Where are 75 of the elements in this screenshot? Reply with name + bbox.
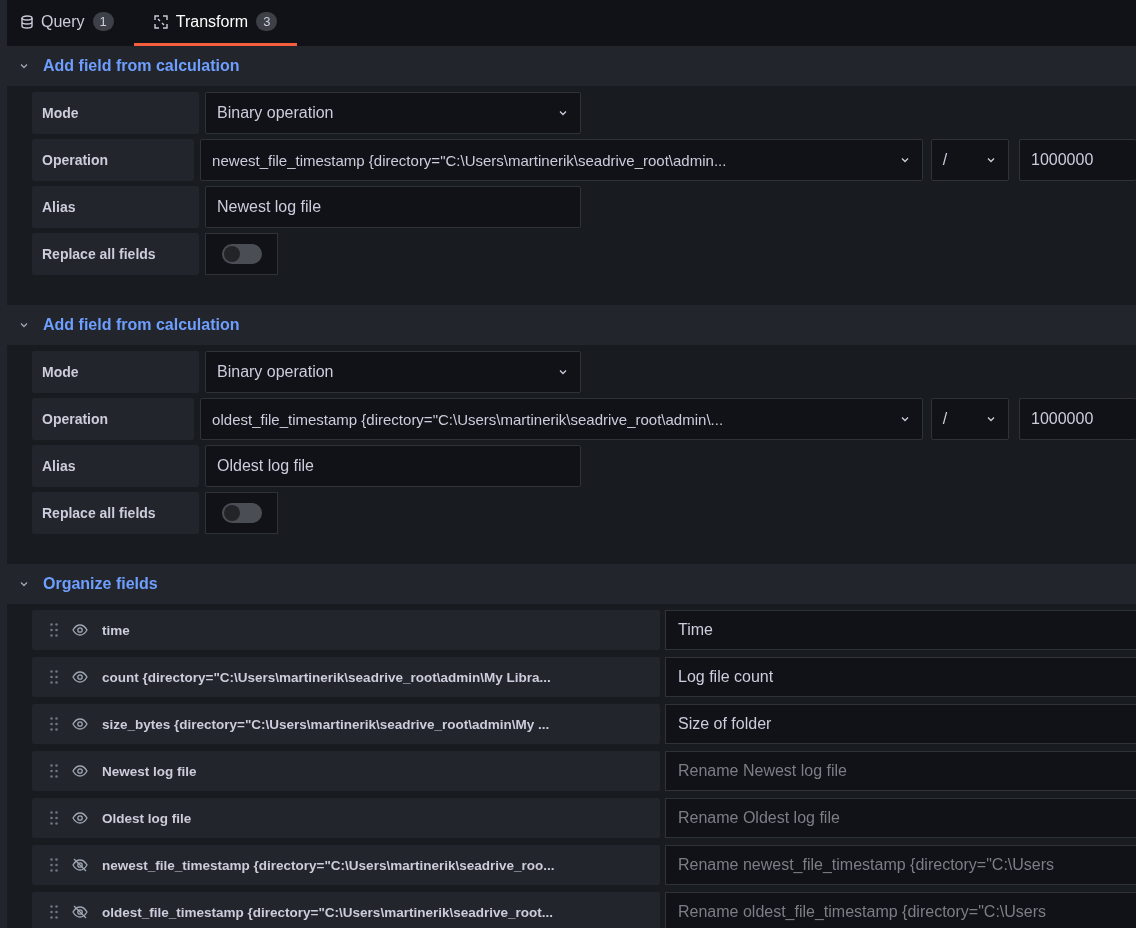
chevron-icon [19,322,29,328]
drag-handle-icon[interactable] [50,811,58,825]
drag-handle-icon[interactable] [50,905,58,919]
field-item[interactable]: newest_file_timestamp {directory="C:\Users\martinerik\seadrive_roo... [32,845,660,885]
rename-field[interactable]: Time [665,610,1136,650]
eye-icon[interactable] [72,812,88,824]
caret-icon [899,416,910,422]
field-label: Operation [32,139,195,181]
field-name: oldest_file_timestamp {directory="C:\Users\martinerik\seadrive_root... [102,904,553,920]
alias-field[interactable]: Oldest log file [205,445,581,487]
rename-field[interactable]: Size of folder [665,704,1136,744]
field-item[interactable]: size_bytes {directory="C:\Users\martinerik\seadrive_root\admin\My ... [32,704,660,744]
tab[interactable]: Query 1 [11,0,124,46]
section-title: Add field from calculation [43,57,240,75]
drag-handle-icon[interactable] [50,764,58,778]
value-field[interactable]: 1000000 [1019,398,1136,440]
eye-slash-icon[interactable] [72,905,88,919]
eye-icon[interactable] [72,624,88,636]
rename-field[interactable]: Rename Newest log file [665,751,1136,791]
section-header[interactable]: Add field from calculation [7,46,1136,86]
drag-handle-icon[interactable] [50,670,58,684]
field-label: Operation [32,398,195,440]
chevron-icon [19,581,29,587]
field-item[interactable]: count {directory="C:\Users\martinerik\seadrive_root\admin\My Libra... [32,657,660,697]
toggle-switch[interactable] [205,492,278,534]
field-label: Mode [32,92,199,134]
field-item[interactable]: Newest log file [32,751,660,791]
operator-select[interactable]: / [930,398,1009,440]
field-name: newest_file_timestamp {directory="C:\Users\martinerik\seadrive_roo... [102,857,555,873]
field-label: Replace all fields [32,233,199,275]
transform-icon [153,14,168,29]
operand-select[interactable]: newest_file_timestamp {directory="C:\Users\martinerik\seadrive_root\admin... [200,139,923,181]
rename-field[interactable]: Log file count [665,657,1136,697]
section-header[interactable]: Add field from calculation [7,305,1136,345]
caret-icon [986,416,996,422]
section-title: Add field from calculation [43,316,240,334]
mode-select[interactable]: Binary operation [205,351,581,393]
mode-select[interactable]: Binary operation [205,92,581,134]
field-item[interactable]: oldest_file_timestamp {directory="C:\Users\martinerik\seadrive_root... [32,892,660,928]
database-icon [21,14,33,29]
field-label: Replace all fields [32,492,199,534]
field-name: Newest log file [102,763,197,779]
rename-field[interactable]: Rename newest_file_timestamp {directory="C:\Users [665,845,1136,885]
eye-icon[interactable] [72,718,88,730]
section-header[interactable]: Organize fields [7,564,1136,604]
field-item[interactable]: time [32,610,660,650]
field-label: Mode [32,351,199,393]
operand-select[interactable]: oldest_file_timestamp {directory="C:\Users\martinerik\seadrive_root\admin\... [200,398,923,440]
eye-icon[interactable] [72,671,88,683]
eye-slash-icon[interactable] [72,858,88,872]
field-name: count {directory="C:\Users\martinerik\seadrive_root\admin\My Libra... [102,669,551,685]
caret-icon [899,157,910,163]
chevron-icon [19,63,29,69]
field-label: Alias [32,186,199,228]
count-badge: 1 [92,12,114,31]
field-name: Oldest log file [102,810,192,826]
count-badge: 3 [256,12,278,31]
value-field[interactable]: 1000000 [1019,139,1136,181]
drag-handle-icon[interactable] [50,623,58,637]
drag-handle-icon[interactable] [50,717,58,731]
section-title: Organize fields [43,575,158,593]
alias-field[interactable]: Newest log file [205,186,581,228]
operator-select[interactable]: / [930,139,1009,181]
rename-field[interactable]: Rename oldest_file_timestamp {directory="C:\Users [665,892,1136,928]
eye-icon[interactable] [72,765,88,777]
toggle-switch[interactable] [205,233,278,275]
caret-icon [986,157,996,163]
caret-icon [558,369,568,375]
caret-icon [558,110,568,116]
field-name: size_bytes {directory="C:\Users\martinerik\seadrive_root\admin\My ... [102,716,550,732]
field-item[interactable]: Oldest log file [32,798,660,838]
field-label: Alias [32,445,199,487]
field-name: time [102,622,130,638]
rename-field[interactable]: Rename Oldest log file [665,798,1136,838]
drag-handle-icon[interactable] [50,858,58,872]
